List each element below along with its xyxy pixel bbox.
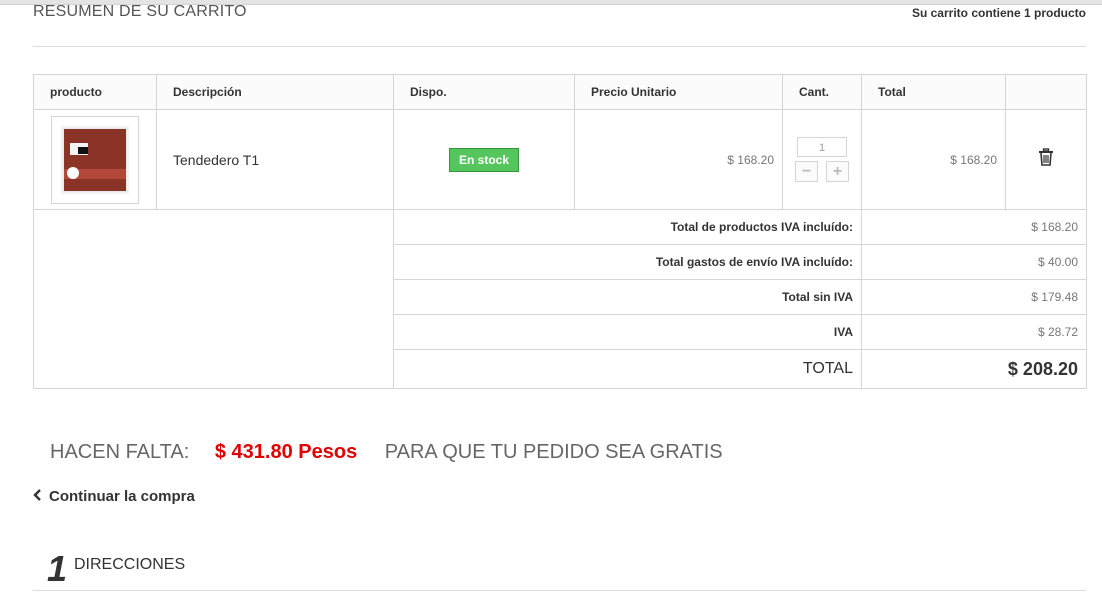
column-header-product: producto: [33, 74, 157, 110]
column-header-quantity: Cant.: [782, 74, 862, 110]
summary-label-without-tax: Total sin IVA: [393, 279, 862, 315]
availability-cell: En stock: [393, 109, 575, 210]
cart-header-row: producto Descripción Dispo. Precio Unita…: [33, 74, 1087, 110]
trash-icon[interactable]: [1038, 148, 1054, 170]
quantity-stepper: − +: [795, 161, 849, 182]
continue-shopping-link[interactable]: Continuar la compra: [33, 488, 195, 505]
free-shipping-remaining-amount: $ 431.80 Pesos: [214, 441, 358, 463]
delete-cell: [1005, 109, 1087, 210]
quantity-cell: 1 − +: [782, 109, 862, 210]
summary-label-products: Total de productos IVA incluído:: [393, 209, 862, 245]
column-header-total: Total: [861, 74, 1006, 110]
summary-value-tax: $ 28.72: [861, 314, 1087, 350]
product-description[interactable]: Tendedero T1: [156, 109, 394, 210]
quantity-input[interactable]: 1: [797, 137, 847, 157]
chevron-left-icon: [33, 488, 43, 505]
cart-table: producto Descripción Dispo. Precio Unita…: [33, 74, 1087, 389]
free-shipping-prefix: HACEN FALTA:: [50, 441, 190, 463]
column-header-unit-price: Precio Unitario: [574, 74, 783, 110]
page-title: Resumen de su carrito: [33, 3, 247, 20]
line-total: $ 168.20: [861, 109, 1006, 210]
summary-value-products: $ 168.20: [861, 209, 1087, 245]
unit-price: $ 168.20: [574, 109, 783, 210]
continue-shopping-label: Continuar la compra: [49, 488, 195, 505]
quantity-increase-button[interactable]: +: [826, 161, 849, 182]
column-header-availability: Dispo.: [393, 74, 575, 110]
grand-total-value: $ 208.20: [861, 349, 1087, 389]
step-title: DIRECCIONES: [74, 556, 186, 573]
summary-label-tax: IVA: [393, 314, 862, 350]
summary-row: Total de productos IVA incluído: $ 168.2…: [33, 209, 1087, 389]
summary-label-shipping: Total gastos de envío IVA incluído:: [393, 244, 862, 280]
cart-heading-row: Resumen de su carrito Su carrito contien…: [33, 0, 1086, 47]
product-image-cell: [33, 109, 157, 210]
checkout-step-heading: 1 DIRECCIONES: [33, 546, 1086, 591]
column-header-description: Descripción: [156, 74, 394, 110]
grand-total-label: TOTAL: [393, 349, 862, 389]
column-header-actions: [1005, 74, 1087, 110]
summary-value-without-tax: $ 179.48: [861, 279, 1087, 315]
summary-spacer: [33, 209, 394, 389]
cart-count-text: Su carrito contiene 1 producto: [911, 6, 1086, 20]
product-thumbnail[interactable]: [51, 115, 139, 204]
free-shipping-suffix: PARA QUE TU PEDIDO SEA GRATIS: [384, 441, 723, 463]
stock-badge: En stock: [448, 147, 519, 172]
cart-item-row: Tendedero T1 En stock $ 168.20 1 − + $ 1…: [33, 109, 1087, 210]
product-box-image: [63, 127, 127, 192]
step-number: 1: [47, 548, 68, 589]
summary-value-shipping: $ 40.00: [861, 244, 1087, 280]
quantity-decrease-button[interactable]: −: [795, 161, 818, 182]
free-shipping-message: HACEN FALTA: $ 431.80 Pesos PARA QUE TU …: [50, 441, 723, 464]
